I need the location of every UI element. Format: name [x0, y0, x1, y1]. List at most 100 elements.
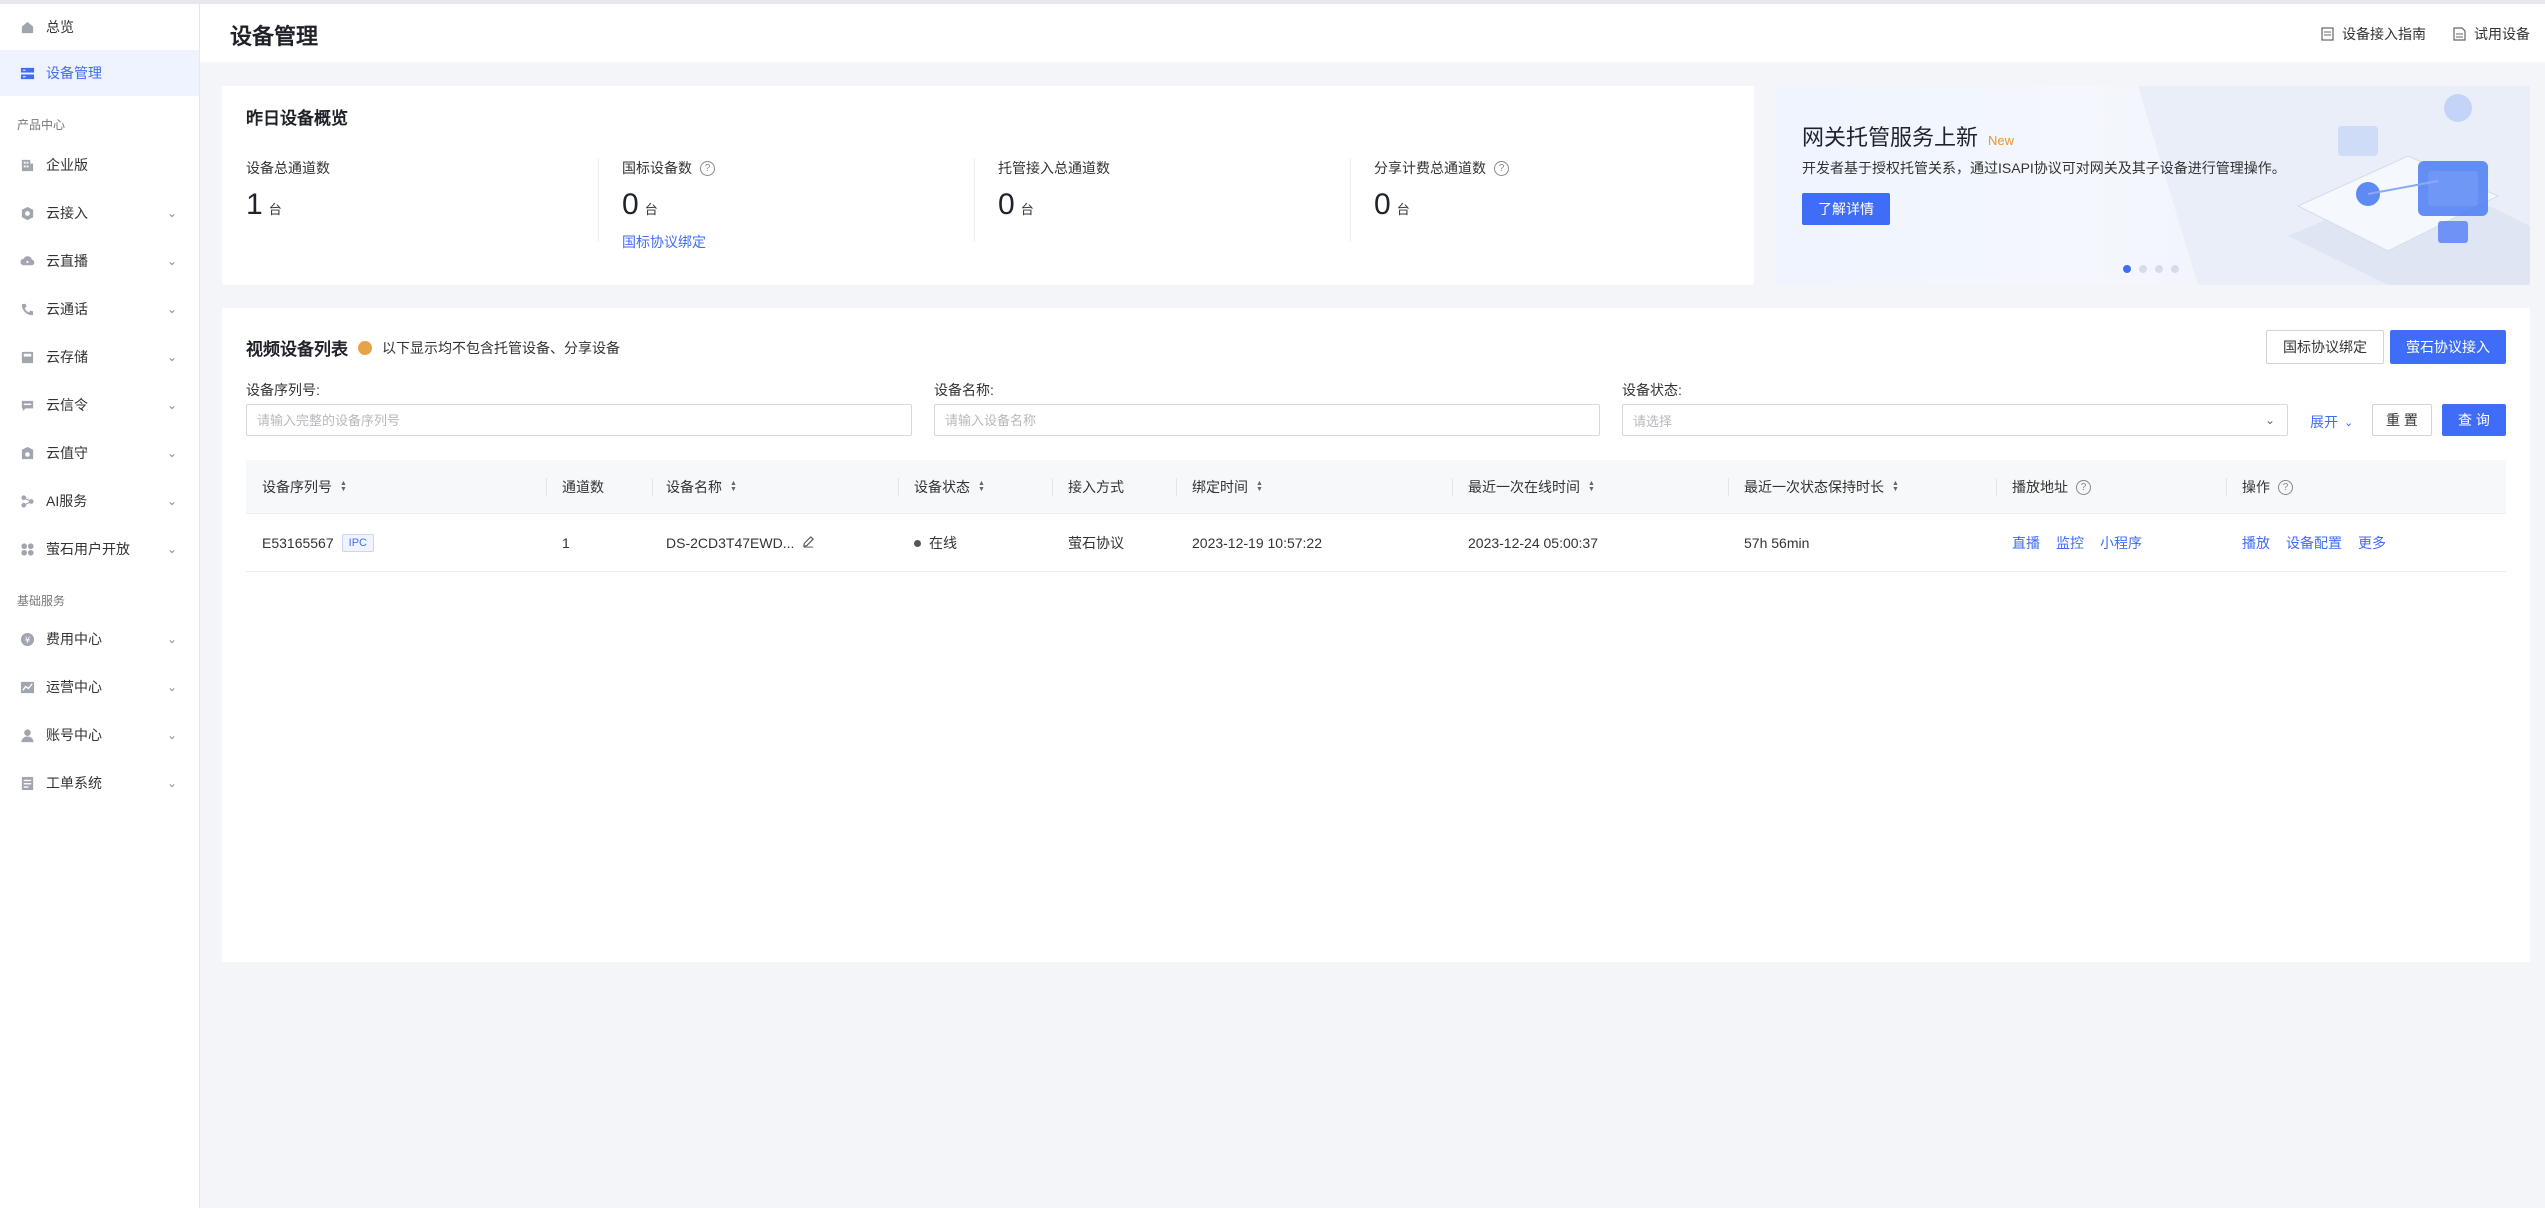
- col-serial[interactable]: 设备序列号 ▲ ▼: [262, 460, 347, 514]
- more-link[interactable]: 更多: [2358, 533, 2386, 553]
- sidebar-item-cloud-guard[interactable]: 云值守 ⌄: [0, 430, 199, 476]
- monitor-link[interactable]: 监控: [2056, 533, 2084, 553]
- sidebar-item-cloud-call[interactable]: 云通话 ⌄: [0, 286, 199, 332]
- sort-icon[interactable]: ▲ ▼: [1892, 480, 1899, 493]
- stat-unit: 台: [268, 202, 282, 217]
- divider: [974, 158, 975, 242]
- stat-value: 0: [622, 188, 639, 221]
- col-bind-time[interactable]: 绑定时间 ▲ ▼: [1192, 460, 1263, 514]
- stat-value-row: 1 台: [246, 188, 606, 222]
- sort-icon[interactable]: ▲ ▼: [1588, 480, 1595, 493]
- sort-icon[interactable]: ▲ ▼: [1256, 480, 1263, 493]
- device-name-input[interactable]: [934, 404, 1600, 436]
- col-label: 接入方式: [1068, 479, 1124, 495]
- sidebar-item-cloud-access[interactable]: 云接入 ⌄: [0, 190, 199, 236]
- stat-value-row: 0 台: [1374, 188, 1734, 222]
- cell-last-online: 2023-12-24 05:00:37: [1468, 535, 1598, 551]
- sort-icon[interactable]: ▲ ▼: [978, 480, 985, 493]
- col-label: 播放地址: [2012, 479, 2068, 495]
- live-link[interactable]: 直播: [2012, 533, 2040, 553]
- chevron-down-icon: ⌄: [166, 494, 178, 508]
- building-icon: [18, 156, 36, 174]
- storage-icon: [18, 348, 36, 366]
- sidebar-item-cloud-storage[interactable]: 云存储 ⌄: [0, 334, 199, 380]
- stat-label: 分享计费总通道数: [1374, 160, 1486, 176]
- play-link[interactable]: 播放: [2242, 533, 2270, 553]
- sidebar-item-cloud-live[interactable]: 云直播 ⌄: [0, 238, 199, 284]
- chevron-down-icon: ⌄: [166, 254, 178, 268]
- warning-dot-icon: [358, 341, 372, 355]
- carousel-dot[interactable]: [2171, 265, 2179, 273]
- chevron-down-icon: ⌄: [166, 632, 178, 646]
- chart-icon: [18, 678, 36, 696]
- sidebar-item-label: 设备管理: [46, 65, 102, 81]
- col-last-online[interactable]: 最近一次在线时间 ▲ ▼: [1468, 460, 1595, 514]
- gb-protocol-bind-link[interactable]: 国标协议绑定: [622, 232, 706, 252]
- device-config-link[interactable]: 设备配置: [2286, 533, 2342, 553]
- phone-icon: [18, 300, 36, 318]
- stat-hosted-channels: 托管接入总通道数 0 台: [998, 158, 1358, 268]
- chevron-down-icon: ⌄: [166, 776, 178, 790]
- sort-icon[interactable]: ▲ ▼: [340, 480, 347, 493]
- stat-label-row: 分享计费总通道数 ?: [1374, 158, 1734, 178]
- device-type-tag: IPC: [341, 534, 374, 552]
- home-icon: [18, 18, 36, 36]
- col-label: 操作: [2242, 479, 2270, 495]
- learn-more-button[interactable]: 了解详情: [1802, 193, 1890, 225]
- stat-total-channels: 设备总通道数 1 台: [246, 158, 606, 268]
- serial-input[interactable]: [246, 404, 912, 436]
- sort-icon[interactable]: ▲ ▼: [730, 480, 737, 493]
- help-icon[interactable]: ?: [700, 160, 715, 176]
- divider: [598, 158, 599, 242]
- col-status-duration[interactable]: 最近一次状态保持时长 ▲ ▼: [1744, 460, 1899, 514]
- sidebar-item-ai-service[interactable]: AI服务 ⌄: [0, 478, 199, 524]
- col-status[interactable]: 设备状态 ▲ ▼: [914, 460, 985, 514]
- carousel-dot[interactable]: [2155, 265, 2163, 273]
- sidebar-item-enterprise[interactable]: 企业版: [0, 142, 199, 188]
- edit-icon[interactable]: [802, 535, 815, 551]
- serial-filter-label: 设备序列号:: [246, 382, 320, 398]
- promo-banner[interactable]: 网关托管服务上新 New 开发者基于授权托管关系，通过ISAPI协议可对网关及其…: [1776, 86, 2530, 285]
- ai-icon: [18, 492, 36, 510]
- ezviz-protocol-access-button[interactable]: 萤石协议接入: [2390, 330, 2506, 364]
- status-filter-label: 设备状态:: [1622, 382, 1682, 398]
- sidebar-item-label: 云存储: [46, 349, 88, 365]
- sidebar-item-overview[interactable]: 总览: [0, 4, 199, 50]
- sidebar-item-cloud-signaling[interactable]: 云信令 ⌄: [0, 382, 199, 428]
- status-select[interactable]: 请选择 ⌄: [1622, 404, 2288, 436]
- carousel-dot[interactable]: [2139, 265, 2147, 273]
- query-button[interactable]: 查 询: [2442, 404, 2506, 436]
- col-label: 设备名称: [666, 479, 722, 495]
- stat-value-row: 0 台: [622, 188, 982, 222]
- help-icon[interactable]: ?: [1494, 160, 1509, 176]
- stat-value-row: 0 台: [998, 188, 1358, 222]
- sidebar-item-operations[interactable]: 运营中心 ⌄: [0, 664, 199, 710]
- table-header: 设备序列号 ▲ ▼ 通道数 设备名称 ▲ ▼ 设备状态 ▲ ▼ 接入方式 绑定时间 ▲ ▼ 最近…: [246, 460, 2506, 514]
- device-name-value: DS-2CD3T47EWD...: [666, 535, 795, 551]
- sidebar-item-ticket[interactable]: 工单系统 ⌄: [0, 760, 199, 806]
- list-title: 视频设备列表: [246, 340, 348, 359]
- col-label: 通道数: [562, 479, 604, 495]
- overview-title: 昨日设备概览: [246, 109, 348, 128]
- video-device-list-card: 视频设备列表 以下显示均不包含托管设备、分享设备 国标协议绑定 萤石协议接入 设…: [222, 308, 2530, 962]
- section-basic-services: 基础服务: [17, 594, 66, 608]
- shield-icon: [18, 444, 36, 462]
- reset-button[interactable]: 重 置: [2372, 404, 2432, 436]
- column-divider: [546, 478, 547, 496]
- gb-protocol-bind-button[interactable]: 国标协议绑定: [2266, 330, 2384, 364]
- sidebar-item-label: 云接入: [46, 205, 88, 221]
- help-icon[interactable]: ?: [2278, 479, 2293, 495]
- trial-device-link[interactable]: 试用设备: [2452, 24, 2530, 44]
- mini-program-link[interactable]: 小程序: [2100, 533, 2142, 553]
- sidebar-item-device-management[interactable]: 设备管理: [0, 50, 199, 96]
- sidebar-item-account[interactable]: 账号中心 ⌄: [0, 712, 199, 758]
- list-notice: 以下显示均不包含托管设备、分享设备: [358, 338, 620, 358]
- help-icon[interactable]: ?: [2076, 479, 2091, 495]
- device-access-guide-link[interactable]: 设备接入指南: [2320, 24, 2426, 44]
- col-device-name[interactable]: 设备名称 ▲ ▼: [666, 460, 737, 514]
- col-label: 设备状态: [914, 479, 970, 495]
- sidebar-item-ezviz-open[interactable]: 萤石用户开放 ⌄: [0, 526, 199, 572]
- carousel-dot[interactable]: [2123, 265, 2131, 273]
- expand-filters-toggle[interactable]: 展开 ⌄: [2310, 412, 2353, 432]
- sidebar-item-billing[interactable]: ¥ 费用中心 ⌄: [0, 616, 199, 662]
